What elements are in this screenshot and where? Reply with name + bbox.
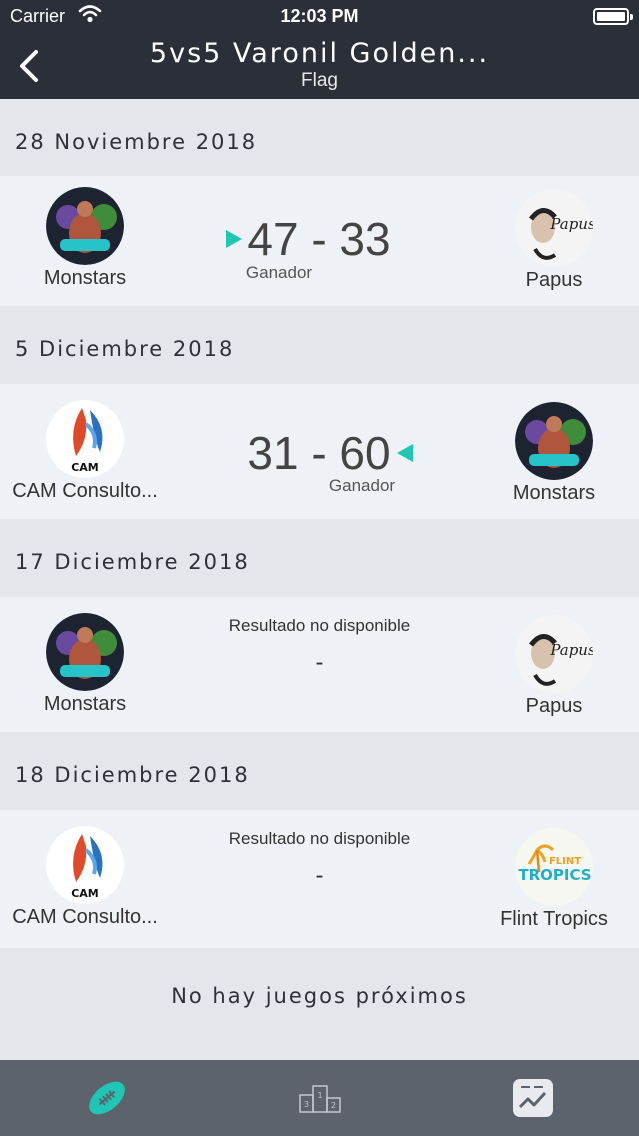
away-team[interactable]: Papus Papus xyxy=(469,615,639,718)
monstars-logo-icon xyxy=(515,402,593,480)
cam-logo-icon: CAM xyxy=(46,400,124,478)
papus-logo-icon: Papus xyxy=(515,615,593,693)
away-team[interactable]: FLINT TROPICS Flint Tropics xyxy=(469,828,639,931)
football-icon xyxy=(88,1081,125,1115)
date-header: 18 Diciembre 2018 xyxy=(0,732,639,810)
match-row[interactable]: Monstars Resultado no disponible - Papus… xyxy=(0,597,639,732)
away-team[interactable]: Papus Papus xyxy=(469,189,639,292)
match-row[interactable]: CAM CAM Consulto... Resultado no disponi… xyxy=(0,810,639,948)
winner-label: Ganador xyxy=(245,263,313,282)
winner-label: Ganador xyxy=(328,476,396,495)
winner-indicator-icon xyxy=(226,230,242,248)
svg-text:1: 1 xyxy=(317,1091,322,1100)
away-team[interactable]: Monstars xyxy=(469,402,639,505)
clock: 12:03 PM xyxy=(280,6,359,26)
tab-bar: 3 1 2 xyxy=(0,1060,639,1136)
match-row[interactable]: CAM CAM Consulto... 31 - 60 Ganador Mons… xyxy=(0,384,639,519)
flint-tropics-logo-icon: FLINT TROPICS xyxy=(515,828,593,906)
battery-icon xyxy=(593,8,633,25)
tab-stats[interactable] xyxy=(426,1060,639,1136)
stats-chart-icon xyxy=(512,1079,553,1117)
cam-logo-icon: CAM xyxy=(46,826,124,904)
date-header: 5 Diciembre 2018 xyxy=(0,306,639,384)
home-team-name: CAM Consulto... xyxy=(12,906,158,928)
page-subtitle: Flag xyxy=(301,70,338,91)
score: 31 - 60 xyxy=(247,427,391,479)
papus-logo-icon: Papus xyxy=(515,189,593,267)
result-status: Resultado no disponible xyxy=(228,829,411,848)
date-header: 17 Diciembre 2018 xyxy=(0,519,639,597)
papus-logo-text: Papus xyxy=(549,215,593,233)
monstars-logo-icon xyxy=(46,613,124,691)
score: - xyxy=(315,862,324,889)
result-status: Resultado no disponible xyxy=(228,616,411,635)
away-team-name: Flint Tropics xyxy=(500,908,608,930)
winner-indicator-icon xyxy=(397,444,413,462)
status-bar: Carrier 12:03 PM xyxy=(0,0,639,34)
score: - xyxy=(315,649,324,676)
date-header: 28 Noviembre 2018 xyxy=(0,99,639,176)
cam-logo-text: CAM xyxy=(71,887,99,900)
papus-logo-text: Papus xyxy=(549,641,593,659)
cam-logo-text: CAM xyxy=(71,461,99,474)
score: 47 - 33 xyxy=(247,213,391,265)
no-upcoming-games-message: No hay juegos próximos xyxy=(0,948,639,1060)
match-row[interactable]: Monstars 47 - 33 Ganador Papus Papus xyxy=(0,176,639,306)
tropics-logo-text: TROPICS xyxy=(518,866,591,884)
navigation-bar: Carrier 12:03 PM 5vs5 Varonil Golden... … xyxy=(0,0,639,99)
podium-icon: 3 1 2 xyxy=(298,1085,341,1113)
home-team-name: CAM Consulto... xyxy=(12,480,158,502)
home-team-name: Monstars xyxy=(43,267,127,289)
home-team[interactable]: Monstars xyxy=(0,613,170,716)
monstars-logo-icon xyxy=(46,187,124,265)
page-title: 5vs5 Varonil Golden... xyxy=(149,38,490,69)
away-team-name: Monstars xyxy=(512,482,596,504)
away-team-name: Papus xyxy=(525,269,583,291)
svg-text:2: 2 xyxy=(330,1101,335,1110)
tab-games[interactable] xyxy=(0,1060,213,1136)
tab-standings[interactable]: 3 1 2 xyxy=(213,1060,426,1136)
away-team-name: Papus xyxy=(525,695,583,717)
home-team[interactable]: CAM CAM Consulto... xyxy=(0,400,170,503)
home-team[interactable]: Monstars xyxy=(0,187,170,290)
home-team[interactable]: CAM CAM Consulto... xyxy=(0,826,170,929)
svg-text:3: 3 xyxy=(303,1100,308,1109)
home-team-name: Monstars xyxy=(43,693,127,715)
